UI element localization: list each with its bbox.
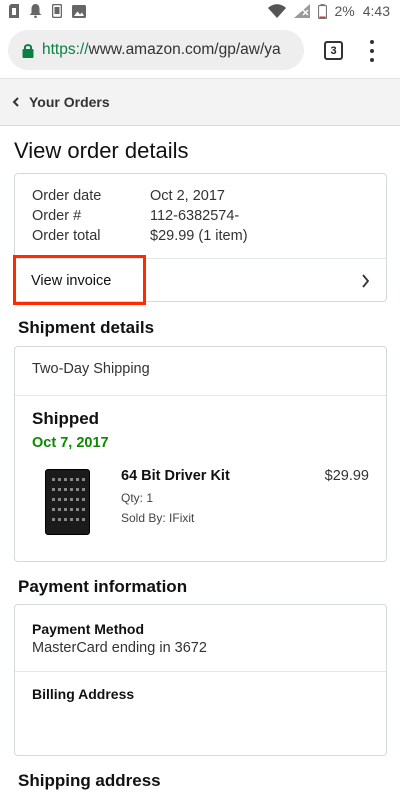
tab-switcher-button[interactable]: 3 [324, 41, 343, 60]
shipping-method: Two-Day Shipping [32, 361, 150, 377]
order-number-label: Order # [32, 208, 82, 224]
bell-icon [29, 4, 42, 18]
view-invoice-link[interactable]: View invoice [31, 273, 111, 289]
payment-card: Payment Method MasterCard ending in 3672… [14, 604, 387, 756]
cell-signal-icon [293, 4, 310, 18]
order-date-value: Oct 2, 2017 [150, 188, 225, 204]
lock-icon [22, 43, 34, 58]
chevron-left-icon [12, 97, 19, 107]
clock: 4:43 [362, 3, 390, 19]
order-number-value: 112-6382574- [150, 208, 240, 224]
payment-method-label: Payment Method [32, 621, 145, 637]
shipment-card: Two-Day Shipping Shipped Oct 7, 2017 64 … [14, 346, 387, 562]
chevron-right-icon [362, 274, 370, 288]
product-seller: Sold By: IFixit [121, 511, 195, 525]
phone-icon [52, 4, 62, 18]
divider [15, 395, 386, 396]
order-total-label: Order total [32, 228, 101, 244]
url-bar[interactable]: https://www.amazon.com/gp/aw/ya [8, 30, 304, 70]
billing-address-label: Billing Address [32, 686, 135, 702]
system-icons: 2% 4:43 [267, 3, 390, 19]
payment-method-value: MasterCard ending in 3672 [32, 640, 207, 656]
view-invoice-row[interactable]: View invoice [13, 255, 386, 305]
product-quantity: Qty: 1 [121, 491, 154, 505]
shipment-details-heading: Shipment details [18, 318, 155, 337]
divider [15, 671, 386, 672]
shipment-date: Oct 7, 2017 [32, 435, 109, 451]
order-total-value: $29.99 (1 item) [150, 228, 248, 244]
shipment-status: Shipped [32, 409, 100, 428]
overflow-menu-icon[interactable] [366, 38, 378, 64]
page-title: View order details [14, 138, 189, 163]
product-image[interactable] [45, 469, 90, 535]
product-name-link[interactable]: 64 Bit Driver Kit [121, 468, 230, 484]
image-icon [72, 4, 86, 18]
payment-information-heading: Payment information [18, 577, 188, 596]
breadcrumb-your-orders[interactable]: Your Orders [29, 94, 110, 110]
shipping-address-heading: Shipping address [18, 771, 161, 790]
battery-percent: 2% [334, 3, 355, 19]
order-summary-card: Order date Oct 2, 2017 Order # 112-63825… [13, 173, 387, 305]
notification-icons [9, 4, 86, 18]
status-bar: 2% 4:43 [0, 0, 400, 24]
order-date-label: Order date [32, 188, 102, 204]
product-price: $29.99 [324, 468, 369, 484]
battery-icon [317, 3, 327, 19]
wifi-icon [267, 4, 286, 18]
url-text[interactable]: https://www.amazon.com/gp/aw/ya [42, 41, 281, 59]
url-path: www.amazon.com/gp/aw/ya [88, 41, 281, 58]
sim-card-icon [9, 4, 19, 18]
breadcrumb[interactable]: Your Orders [0, 78, 400, 126]
url-scheme: https:// [42, 41, 89, 58]
